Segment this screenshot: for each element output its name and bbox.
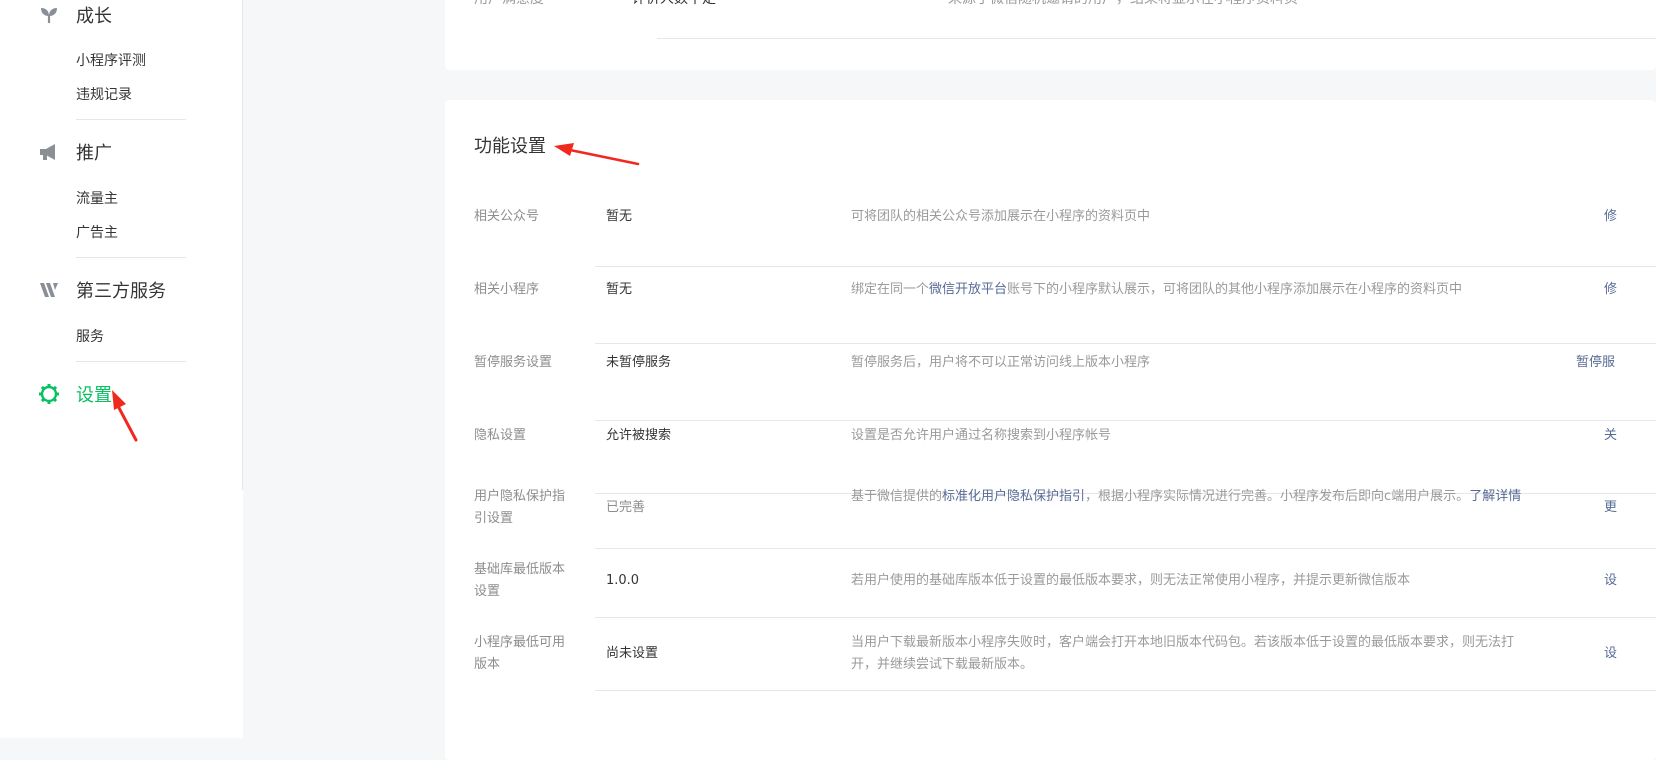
- sidebar-section-label: 成长: [76, 6, 112, 27]
- sidebar-item-services[interactable]: 服务: [76, 326, 104, 348]
- satisfaction-value: 评价人数不足: [632, 0, 716, 8]
- row-desc: 可将团队的相关公众号添加展示在小程序的资料页中: [851, 209, 1151, 224]
- row-label: 小程序最低可用版本: [474, 635, 566, 672]
- sidebar-item-traffic-master[interactable]: 流量主: [76, 188, 118, 210]
- set-link[interactable]: 设: [1604, 643, 1617, 665]
- row-label: 隐私设置: [474, 428, 527, 443]
- row-value: 暂无: [606, 282, 633, 297]
- row-divider: [595, 548, 1656, 549]
- sidebar-item-violation-records[interactable]: 违规记录: [76, 84, 132, 106]
- sidebar-item-mini-evaluation[interactable]: 小程序评测: [76, 50, 146, 72]
- annotation-arrow-settings: [112, 390, 138, 442]
- annotation-arrow-title: [554, 143, 640, 166]
- modify-link[interactable]: 修: [1604, 206, 1617, 228]
- megaphone-icon: [38, 141, 60, 163]
- sidebar-divider: [76, 257, 186, 258]
- row-value: 已完善: [606, 500, 646, 515]
- row-label: 相关小程序: [474, 282, 540, 297]
- sidebar-section-label: 推广: [76, 143, 112, 164]
- sidebar-section-settings[interactable]: 设置: [38, 379, 112, 409]
- row-label: 用户隐私保护指引设置: [474, 489, 566, 526]
- row-desc: 基于微信提供的标准化用户隐私保护指引，根据小程序实际情况进行完善。小程序发布后即…: [851, 489, 1522, 504]
- open-platform-link[interactable]: 微信开放平台: [929, 282, 1007, 297]
- sidebar-section-growth[interactable]: 成长: [38, 0, 112, 30]
- row-value: 未暂停服务: [606, 355, 672, 370]
- row-label: 相关公众号: [474, 209, 540, 224]
- row-desc: 暂停服务后，用户将不可以正常访问线上版本小程序: [851, 355, 1151, 370]
- sidebar-section-third-party[interactable]: 第三方服务: [38, 275, 166, 305]
- sidebar-divider: [76, 119, 186, 120]
- row-desc: 当用户下载最新版本小程序失败时，客户端会打开本地旧版本代码包。若该版本低于设置的…: [851, 635, 1515, 672]
- row-value: 暂无: [606, 209, 633, 224]
- row-desc: 绑定在同一个微信开放平台账号下的小程序默认展示，可将团队的其他小程序添加展示在小…: [851, 282, 1463, 297]
- pause-service-link[interactable]: 暂停服: [1576, 352, 1615, 374]
- row-divider: [657, 38, 1656, 39]
- row-label: 暂停服务设置: [474, 355, 553, 370]
- gear-icon: [38, 383, 60, 405]
- row-label: 基础库最低版本设置: [474, 562, 566, 599]
- close-search-link[interactable]: 关: [1604, 425, 1617, 447]
- row-value: 允许被搜索: [606, 428, 672, 443]
- row-value: 尚未设置: [606, 646, 659, 661]
- sidebar-section-label: 设置: [76, 385, 112, 406]
- row-divider: [595, 617, 1656, 618]
- satisfaction-label: 用户满意度: [474, 0, 544, 8]
- third-party-icon: [38, 279, 60, 301]
- feature-settings-title: 功能设置: [474, 136, 546, 157]
- update-link[interactable]: 更: [1604, 497, 1617, 519]
- sprout-icon: [38, 4, 60, 26]
- settings-row-base-library-version: 基础库最低版本设置 1.0.0 若用户使用的基础库版本低于设置的最低版本要求，则…: [445, 559, 1656, 636]
- row-value: 1.0.0: [606, 573, 640, 588]
- satisfaction-desc: 来源于微信随机邀请的用户，结果将显示在小程序资料页: [948, 0, 1298, 8]
- sidebar-section-promotion[interactable]: 推广: [38, 137, 112, 167]
- modify-link[interactable]: 修: [1604, 279, 1617, 301]
- sidebar-item-advertiser[interactable]: 广告主: [76, 222, 118, 244]
- set-link[interactable]: 设: [1604, 570, 1617, 592]
- privacy-guide-link[interactable]: 标准化用户隐私保护指引: [942, 489, 1085, 504]
- sidebar-divider: [76, 361, 186, 362]
- row-desc: 若用户使用的基础库版本低于设置的最低版本要求，则无法正常使用小程序，并提示更新微…: [851, 573, 1411, 588]
- settings-row-min-available-version: 小程序最低可用版本 尚未设置 当用户下载最新版本小程序失败时，客户端会打开本地旧…: [445, 632, 1656, 692]
- row-divider: [595, 690, 1656, 691]
- settings-row-related-mini-program: 相关小程序 暂无 绑定在同一个微信开放平台账号下的小程序默认展示，可将团队的其他…: [445, 267, 1656, 344]
- learn-more-link[interactable]: 了解详情: [1469, 489, 1521, 504]
- settings-row-privacy-guide: 用户隐私保护指引设置 已完善 基于微信提供的标准化用户隐私保护指引，根据小程序实…: [445, 486, 1656, 563]
- settings-row-related-official-account: 相关公众号 暂无 可将团队的相关公众号添加展示在小程序的资料页中 修: [445, 190, 1656, 267]
- row-desc: 设置是否允许用户通过名称搜索到小程序帐号: [851, 428, 1112, 443]
- satisfaction-card: 用户满意度 评价人数不足 来源于微信随机邀请的用户，结果将显示在小程序资料页: [445, 0, 1656, 70]
- sidebar-section-label: 第三方服务: [76, 281, 166, 302]
- settings-row-pause-service: 暂停服务设置 未暂停服务 暂停服务后，用户将不可以正常访问线上版本小程序 暂停服: [445, 344, 1656, 421]
